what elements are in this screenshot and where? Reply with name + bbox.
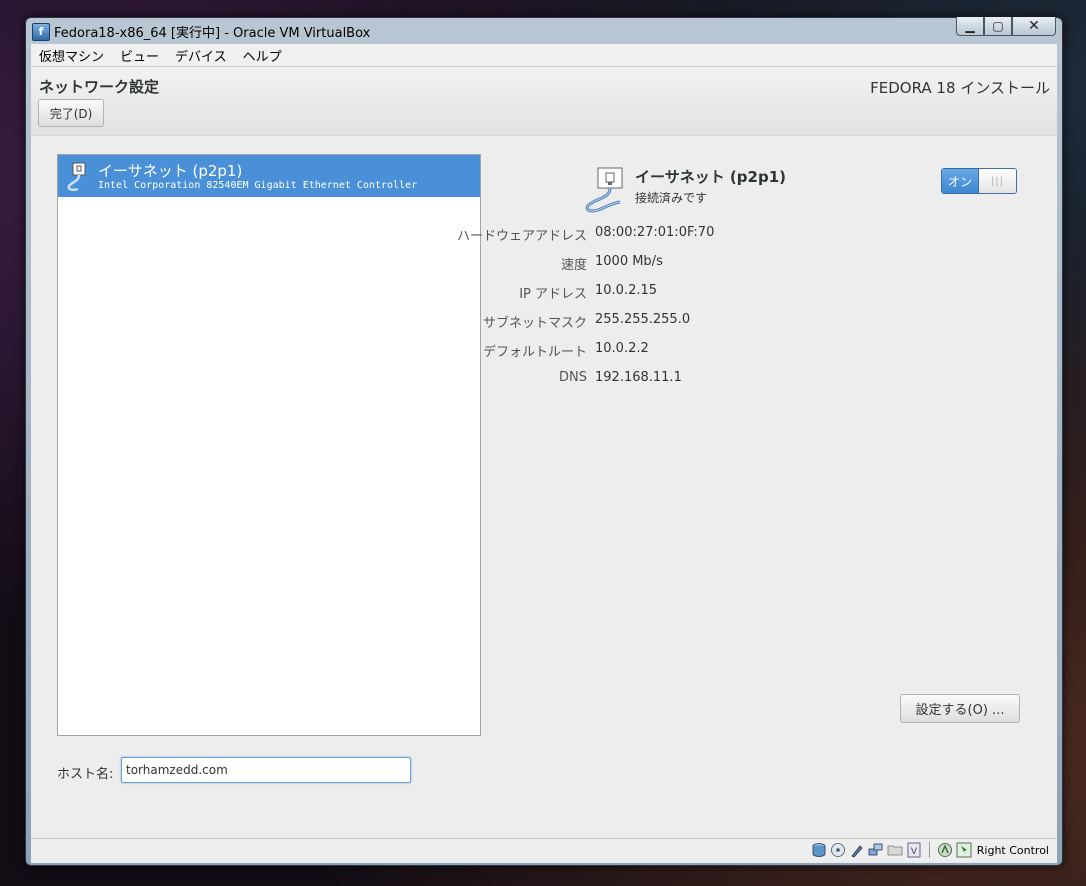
property-label: DNS	[559, 370, 587, 385]
page-title: ネットワーク設定	[39, 78, 160, 96]
toggle-on-label: オン	[942, 169, 978, 193]
virtualbox-app-icon[interactable]: f	[32, 23, 50, 41]
guest-screen[interactable]: ネットワーク設定 FEDORA 18 インストール 完了(D) イーサネット (…	[31, 67, 1057, 838]
property-row-subnet-mask: サブネットマスク 255.255.255.0	[483, 312, 911, 332]
close-icon: ✕	[1028, 18, 1040, 34]
property-label: IP アドレス	[519, 287, 587, 302]
connection-toggle[interactable]: オン |||	[941, 168, 1017, 194]
shared-folders-icon[interactable]	[887, 842, 903, 858]
property-label: 速度	[560, 258, 587, 273]
hostname-label: ホスト名:	[57, 767, 114, 782]
ethernet-icon	[67, 162, 86, 192]
maximize-icon: ▢	[992, 19, 1004, 33]
done-button[interactable]: 完了(D)	[38, 99, 104, 127]
ethernet-cable-icon	[585, 167, 623, 213]
configure-button[interactable]: 設定する(O) ...	[900, 694, 1020, 723]
usb-icon[interactable]	[849, 842, 865, 858]
virtualbox-window: f Fedora18-x86_64 [実行中] - Oracle VM Virt…	[25, 17, 1063, 866]
virtualization-icon[interactable]	[937, 842, 953, 858]
property-row-default-route: デフォルトルート 10.0.2.2	[483, 341, 911, 361]
property-row-speed: 速度 1000 Mb/s	[491, 254, 911, 274]
connection-name: イーサネット (p2p1)	[635, 168, 786, 186]
video-capture-icon[interactable]: V	[906, 842, 922, 858]
property-row-ip-address: IP アドレス 10.0.2.15	[491, 283, 911, 303]
connection-status: 接続済みです	[635, 191, 708, 205]
property-row-dns: DNS 192.168.11.1	[491, 370, 911, 390]
property-label: デフォルトルート	[482, 345, 587, 360]
hostname-input[interactable]	[121, 757, 411, 783]
toggle-knob[interactable]: |||	[978, 169, 1016, 193]
minimize-icon: ▁	[965, 19, 975, 33]
menu-machine[interactable]: 仮想マシン	[31, 46, 112, 65]
installer-header: ネットワーク設定 FEDORA 18 インストール 完了(D)	[31, 67, 1057, 136]
device-name: イーサネット (p2p1)	[98, 162, 243, 180]
menu-help[interactable]: ヘルプ	[235, 46, 290, 65]
property-value: 192.168.11.1	[595, 370, 682, 385]
device-description: Intel Corporation 82540EM Gigabit Ethern…	[98, 180, 418, 191]
hard-disk-icon[interactable]	[811, 842, 827, 858]
window-title: Fedora18-x86_64 [実行中] - Oracle VM Virtua…	[54, 26, 371, 41]
window-titlebar[interactable]: f Fedora18-x86_64 [実行中] - Oracle VM Virt…	[26, 17, 1062, 44]
menu-devices[interactable]: デバイス	[167, 46, 235, 65]
vm-menubar: 仮想マシン ビュー デバイス ヘルプ	[31, 44, 1057, 67]
property-value: 10.0.2.15	[595, 283, 658, 298]
property-value: 10.0.2.2	[595, 341, 649, 356]
menu-view[interactable]: ビュー	[112, 46, 167, 65]
property-value: 1000 Mb/s	[595, 254, 663, 269]
property-row-hardware-address: ハードウェアアドレス 08:00:27:01:0F:70	[457, 225, 911, 245]
statusbar-separator	[928, 842, 930, 858]
product-title: FEDORA 18 インストール	[870, 79, 1050, 97]
optical-drive-icon[interactable]	[830, 842, 846, 858]
device-list[interactable]: イーサネット (p2p1) Intel Corporation 82540EM …	[57, 154, 481, 736]
property-value: 08:00:27:01:0F:70	[595, 225, 715, 240]
close-button[interactable]: ✕	[1012, 17, 1056, 36]
host-key-label: Right Control	[976, 843, 1049, 857]
svg-text:V: V	[911, 847, 918, 857]
network-config-panel: イーサネット (p2p1) Intel Corporation 82540EM …	[31, 136, 1057, 838]
mouse-integration-icon[interactable]	[956, 842, 972, 858]
property-label: ハードウェアアドレス	[456, 229, 587, 244]
vm-statusbar: V Right Control	[31, 838, 1057, 863]
network-icon[interactable]	[868, 842, 884, 858]
property-label: サブネットマスク	[482, 316, 587, 331]
maximize-button[interactable]: ▢	[984, 17, 1012, 36]
device-list-item[interactable]: イーサネット (p2p1) Intel Corporation 82540EM …	[58, 155, 480, 197]
minimize-button[interactable]: ▁	[956, 17, 984, 36]
property-value: 255.255.255.0	[595, 312, 691, 327]
